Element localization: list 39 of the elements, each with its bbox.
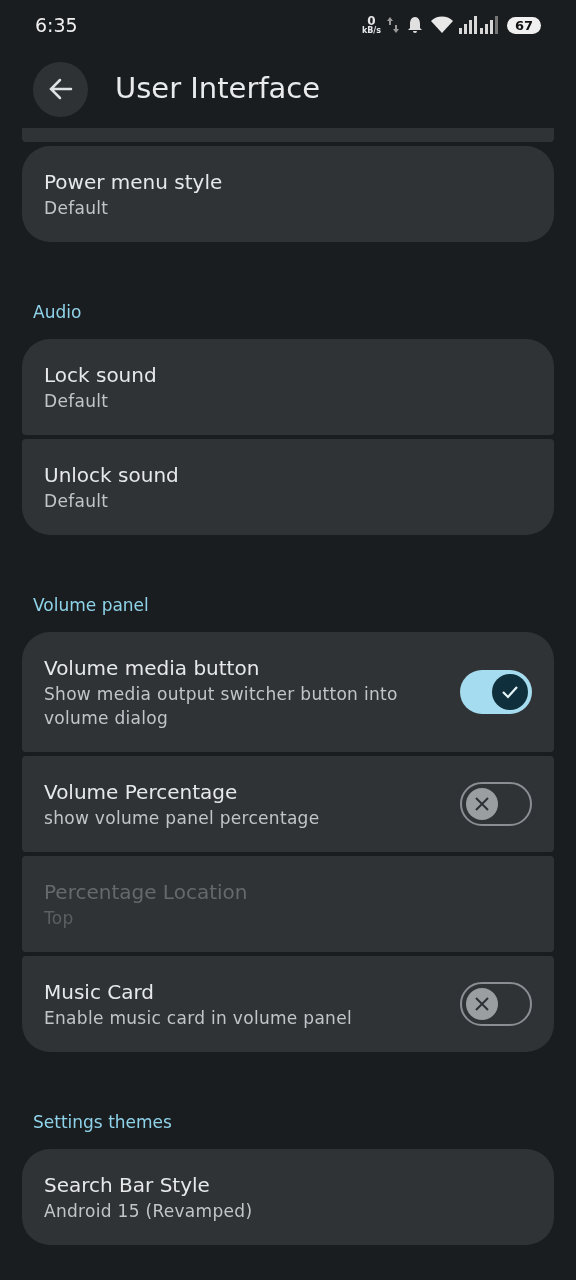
- settings-item[interactable]: Power menu style Default: [22, 146, 554, 242]
- toggle-switch[interactable]: [460, 982, 532, 1026]
- status-time: 6:35: [35, 12, 78, 38]
- data-transfer-icon: [387, 16, 399, 34]
- settings-item[interactable]: Music Card Enable music card in volume panel: [22, 956, 554, 1052]
- network-speed: 0: [367, 15, 376, 27]
- close-icon: [466, 788, 498, 820]
- setting-title: Lock sound: [44, 362, 158, 389]
- setting-title: Volume media button: [44, 655, 261, 682]
- setting-summary: Default: [44, 490, 110, 513]
- signal-icon: [459, 16, 499, 34]
- settings-item[interactable]: Volume media button Show media output switcher button into volume dialog: [22, 632, 554, 752]
- setting-summary: Default: [44, 197, 110, 220]
- setting-summary: Android 15 (Revamped): [44, 1200, 254, 1223]
- setting-summary: show volume panel percentage: [44, 807, 321, 830]
- check-icon: [492, 674, 528, 710]
- settings-item[interactable]: Lock sound Default: [22, 339, 554, 435]
- close-icon: [466, 988, 498, 1020]
- section-header: Settings themes: [32, 1111, 173, 1134]
- toggle-switch[interactable]: [460, 782, 532, 826]
- toggle-switch[interactable]: [460, 670, 532, 714]
- wifi-icon: [431, 16, 453, 34]
- setting-title: Power menu style: [44, 169, 224, 196]
- setting-title: Unlock sound: [44, 462, 180, 489]
- setting-title: Search Bar Style: [44, 1172, 211, 1199]
- section-header: Audio: [32, 301, 83, 324]
- setting-summary: Show media output switcher button into volume dialog: [44, 683, 399, 730]
- setting-title: Volume Percentage: [44, 779, 239, 806]
- settings-item[interactable]: Unlock sound Default: [22, 439, 554, 535]
- setting-summary: Enable music card in volume panel: [44, 1007, 353, 1030]
- setting-summary: Default: [44, 390, 110, 413]
- section-header: Volume panel: [32, 594, 150, 617]
- back-arrow-icon: [48, 78, 73, 100]
- page-title: User Interface: [115, 70, 321, 108]
- network-speed-unit: kB/s: [361, 27, 381, 35]
- settings-item[interactable]: Volume Percentage show volume panel percentage: [22, 756, 554, 852]
- setting-title: Music Card: [44, 979, 156, 1006]
- battery-indicator: 67: [507, 16, 541, 34]
- settings-item[interactable]: Search Bar Style Android 15 (Revamped): [22, 1149, 554, 1245]
